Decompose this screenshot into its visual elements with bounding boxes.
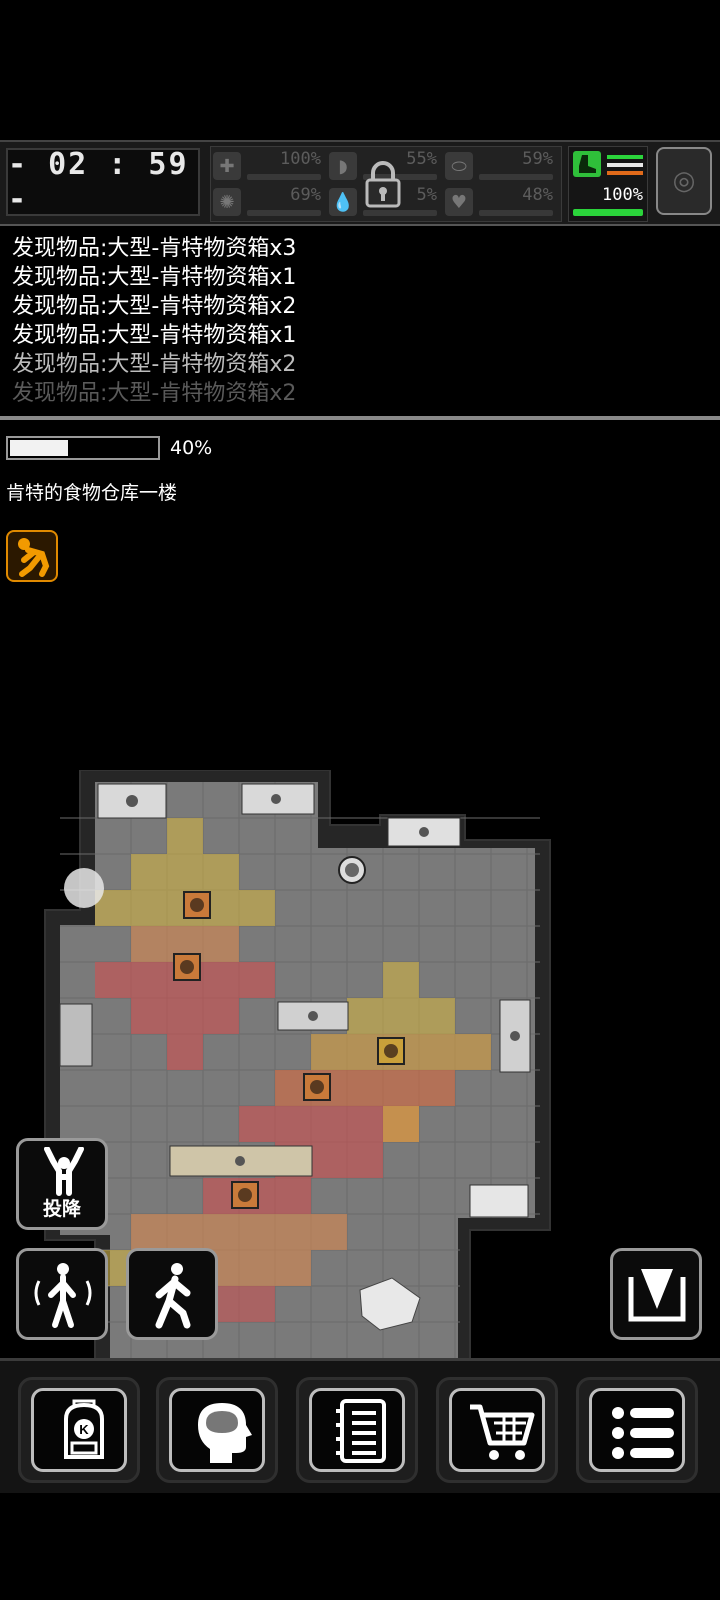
event-log: 发现物品:大型-肯特物资箱x3 发现物品:大型-肯特物资箱x1 发现物品:大型-… (12, 234, 612, 408)
shop-cart-icon (470, 1404, 535, 1460)
walk-button[interactable] (126, 1248, 218, 1340)
stats-panel: ✚ 100% ◗ 55% ⬭ 59% ✺ 69% 💧 5% ♥ 48% (210, 146, 562, 222)
enemy-npc[interactable] (173, 953, 201, 981)
journal-button[interactable] (296, 1377, 418, 1483)
stat-drink: ⬭ 59% (443, 149, 559, 183)
supply-crate[interactable] (499, 999, 531, 1073)
stomach-icon: ◗ (329, 152, 357, 180)
stat-mind-bar (247, 210, 321, 216)
search-progress-text: 40% (170, 437, 213, 459)
lock-icon[interactable] (361, 159, 405, 209)
menu-button[interactable] (576, 1377, 698, 1483)
log-line: 发现物品:大型-肯特物资箱x2 (12, 352, 297, 377)
backpack-icon: K (64, 1399, 104, 1459)
journal-icon (336, 1399, 386, 1463)
log-line: 发现物品:大型-肯特物资箱x2 (12, 381, 297, 406)
surrender-button[interactable]: 投降 (16, 1138, 108, 1230)
log-divider (0, 416, 720, 420)
surrender-label: 投降 (42, 1198, 81, 1220)
stat-mood-bar (479, 210, 553, 216)
enemy-npc[interactable] (183, 891, 211, 919)
skills-button[interactable] (156, 1377, 278, 1483)
stamina-line-orange (607, 171, 643, 175)
medkit-icon: ✚ (213, 152, 241, 180)
pill-icon: ⬭ (445, 152, 473, 180)
stamina-line-green (607, 155, 643, 159)
search-progress-fill (10, 440, 68, 456)
stat-water-value: 5% (416, 185, 437, 205)
radio-button[interactable]: ◎ (656, 147, 712, 215)
log-line: 发现物品:大型-肯特物资箱x1 (12, 323, 297, 348)
menu-list-icon (612, 1407, 674, 1459)
supply-crate[interactable] (469, 1184, 529, 1218)
stat-mind: ✺ 69% (211, 185, 327, 219)
survivor-npc[interactable] (338, 856, 366, 884)
supply-crate[interactable] (169, 1145, 313, 1177)
log-line: 发现物品:大型-肯特物资箱x2 (12, 294, 297, 319)
stat-health: ✚ 100% (211, 149, 327, 183)
boot-icon (573, 151, 601, 177)
stat-health-value: 100% (280, 149, 321, 169)
supply-crate[interactable] (59, 1003, 93, 1067)
stat-mind-value: 69% (290, 185, 321, 205)
stamina-value: 100% (602, 185, 643, 205)
stat-water-bar (363, 210, 437, 216)
svg-text:K: K (79, 1422, 89, 1437)
stamina-bar (573, 209, 643, 216)
log-line: 发现物品:大型-肯特物资箱x3 (12, 236, 297, 261)
shout-button[interactable] (16, 1248, 108, 1340)
backpack-button[interactable]: K (18, 1377, 140, 1483)
enemy-npc[interactable] (231, 1181, 259, 1209)
shout-icon (34, 1263, 92, 1328)
shop-button[interactable] (436, 1377, 558, 1483)
heart-icon: ♥ (445, 188, 473, 216)
location-name: 肯特的食物仓库一楼 (6, 482, 178, 504)
supply-crate[interactable] (387, 817, 461, 847)
stat-mood-value: 48% (522, 185, 553, 205)
stat-drink-value: 59% (522, 149, 553, 169)
brain-head-icon (198, 1403, 252, 1463)
exit-button[interactable] (610, 1248, 702, 1340)
status-hud: - 02 : 59 - ✚ 100% ◗ 55% ⬭ 59% ✺ 69% 💧 5… (0, 140, 720, 226)
supply-crate[interactable] (277, 1001, 349, 1031)
bottom-nav: K (0, 1358, 720, 1493)
countdown-timer: - 02 : 59 - (6, 147, 200, 217)
supply-crate[interactable] (241, 783, 315, 815)
brain-icon: ✺ (213, 188, 241, 216)
search-progress-bar (6, 436, 160, 460)
tired-person-icon[interactable] (6, 530, 58, 582)
stat-food-value: 55% (406, 149, 437, 169)
stat-health-bar (247, 174, 321, 180)
stamina-line-white (607, 163, 643, 167)
stat-mood: ♥ 48% (443, 185, 559, 219)
player-marker (64, 868, 104, 908)
enemy-npc[interactable] (377, 1037, 405, 1065)
supply-crate[interactable] (97, 783, 167, 819)
droplet-icon: 💧 (329, 188, 357, 216)
log-line: 发现物品:大型-肯特物资箱x1 (12, 265, 297, 290)
stat-drink-bar (479, 174, 553, 180)
walk-icon (155, 1263, 191, 1329)
stamina-panel: 100% (568, 146, 648, 222)
enemy-npc[interactable] (303, 1073, 331, 1101)
radio-icon: ◎ (672, 166, 696, 196)
exit-down-icon (628, 1269, 686, 1322)
